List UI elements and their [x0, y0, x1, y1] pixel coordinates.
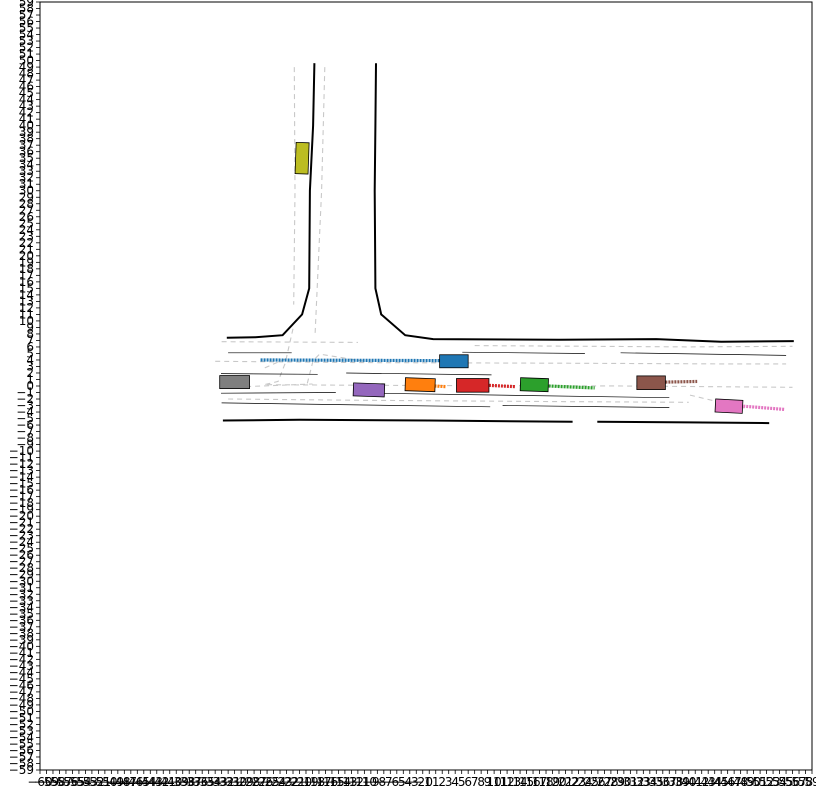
lane-line — [346, 372, 492, 376]
y-tick-label: 59 — [19, 0, 34, 9]
vehicle-red — [456, 378, 490, 393]
lane-centerline — [228, 398, 689, 403]
lane-line — [220, 392, 336, 394]
lane-line — [462, 351, 585, 354]
lane-centerline — [306, 353, 365, 384]
vehicle-trail-brown — [665, 379, 698, 384]
vehicle-blue — [439, 354, 469, 369]
lane-centerlines-layer — [215, 67, 793, 409]
lane-line — [220, 373, 318, 375]
vehicle-trail-red — [488, 383, 515, 389]
vehicle-trail-orange — [434, 384, 447, 389]
x-axis-ticks: −60−59−58−57−56−55−54−53−52−51−50−49−48−… — [27, 770, 816, 789]
lane-centerline — [474, 345, 793, 348]
lane-line — [620, 352, 787, 356]
vehicle-trail-green — [548, 384, 595, 390]
vehicle-olive — [294, 141, 310, 175]
road-boundary — [222, 418, 573, 423]
vehicle-grey — [219, 375, 250, 390]
vehicles-layer — [219, 141, 744, 414]
road-boundary — [597, 420, 770, 425]
vehicle-orange — [404, 377, 436, 393]
x-tick-label: 59 — [804, 775, 816, 789]
vehicle-purple — [352, 382, 386, 398]
vehicle-trail-pink — [743, 404, 785, 412]
lane-line — [502, 405, 670, 408]
vehicle-pink — [714, 398, 744, 414]
scenario-plot: −60−59−58−57−56−55−54−53−52−51−50−49−48−… — [9, 0, 816, 789]
lane-line — [221, 402, 491, 408]
road-boundary — [226, 63, 316, 339]
lane-centerline — [314, 67, 326, 334]
road-boundaries-layer — [222, 63, 794, 425]
lane-centerline — [293, 67, 296, 305]
y-axis-ticks: −59−58−57−56−55−54−53−52−51−50−49−48−47−… — [9, 0, 40, 777]
vehicle-trail-blue — [260, 358, 440, 363]
vehicle-green — [519, 377, 549, 393]
vehicle-brown — [636, 375, 666, 390]
road-boundary — [373, 63, 794, 343]
lane-line — [372, 392, 670, 399]
